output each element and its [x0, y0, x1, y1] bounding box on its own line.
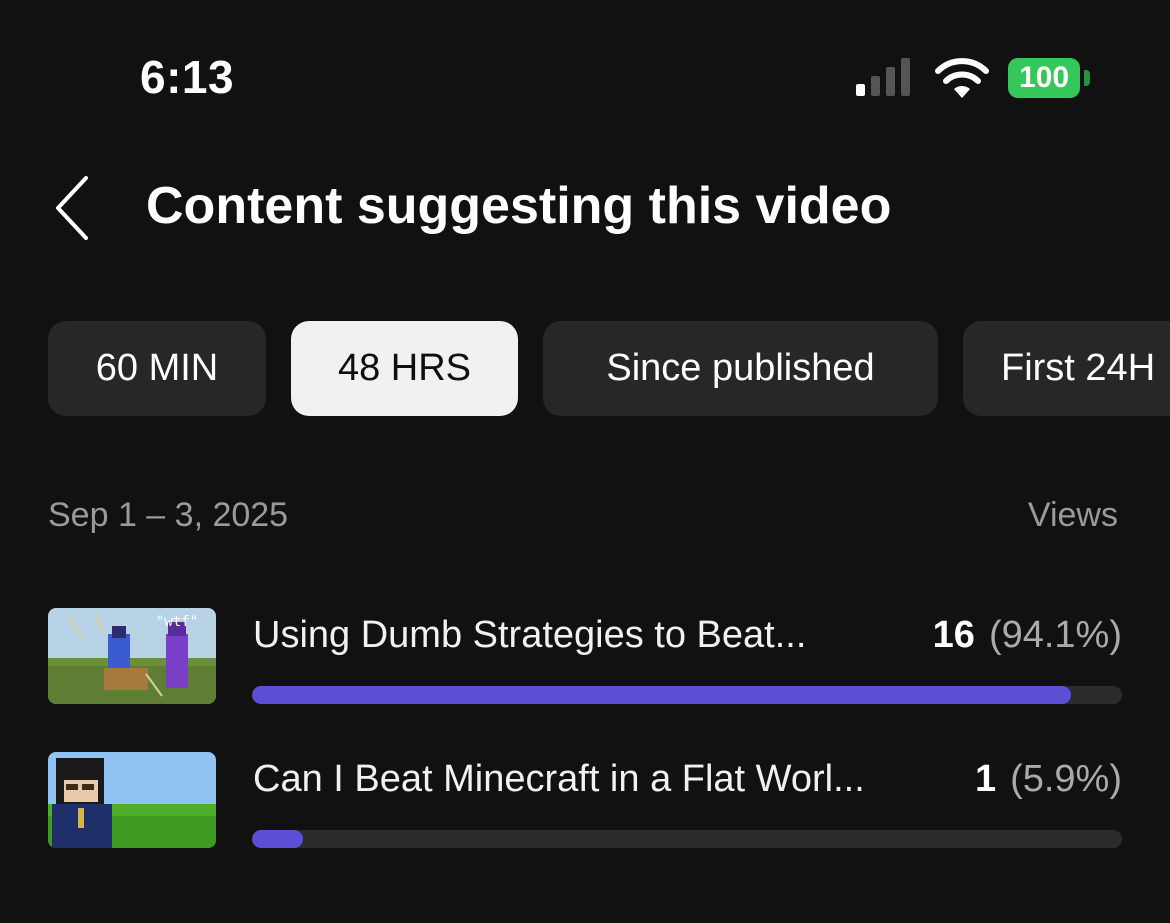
views-share-bar — [252, 830, 1122, 848]
video-thumbnail — [48, 752, 216, 848]
chip-since-published[interactable]: Since published — [543, 321, 938, 416]
status-time: 6:13 — [140, 51, 235, 103]
chevron-left-icon — [56, 176, 88, 240]
chip-first-24h[interactable]: First 24H — [963, 321, 1170, 416]
battery-cap — [1084, 70, 1090, 86]
wifi-icon — [935, 58, 989, 98]
back-button[interactable] — [50, 172, 100, 244]
svg-text:"wtf": "wtf" — [156, 614, 198, 630]
screen: 6:13 100 Content suggesting this video 6… — [0, 0, 1170, 923]
views-value: 1 (5.9%) — [975, 758, 1122, 801]
page-title: Content suggesting this video — [146, 177, 892, 235]
views-share-bar-fill — [252, 830, 304, 848]
views-count: 1 — [974, 758, 997, 800]
video-title: Can I Beat Minecraft in a Flat Worl... — [253, 758, 865, 800]
list-item[interactable]: Can I Beat Minecraft in a Flat Worl... 1… — [48, 752, 1122, 848]
views-share-bar — [252, 686, 1122, 704]
views-share-bar-fill — [252, 686, 1071, 704]
views-value: 16 (94.1%) — [933, 614, 1122, 657]
video-thumbnail: "wtf" — [48, 608, 216, 704]
list-item[interactable]: "wtf" Using Dumb Strategies to Beat... 1… — [48, 608, 1122, 704]
video-title: Using Dumb Strategies to Beat... — [253, 614, 807, 656]
cellular-signal-icon — [856, 58, 910, 96]
date-range-label: Sep 1 – 3, 2025 — [48, 496, 289, 534]
battery-indicator: 100 — [1008, 58, 1080, 98]
chip-60-min[interactable]: 60 MIN — [48, 321, 266, 416]
views-column-header: Views — [1027, 496, 1118, 534]
views-percent: (94.1%) — [988, 614, 1122, 656]
views-count: 16 — [932, 614, 975, 656]
chip-48-hrs[interactable]: 48 HRS — [291, 321, 518, 416]
views-percent: (5.9%) — [1010, 758, 1122, 800]
